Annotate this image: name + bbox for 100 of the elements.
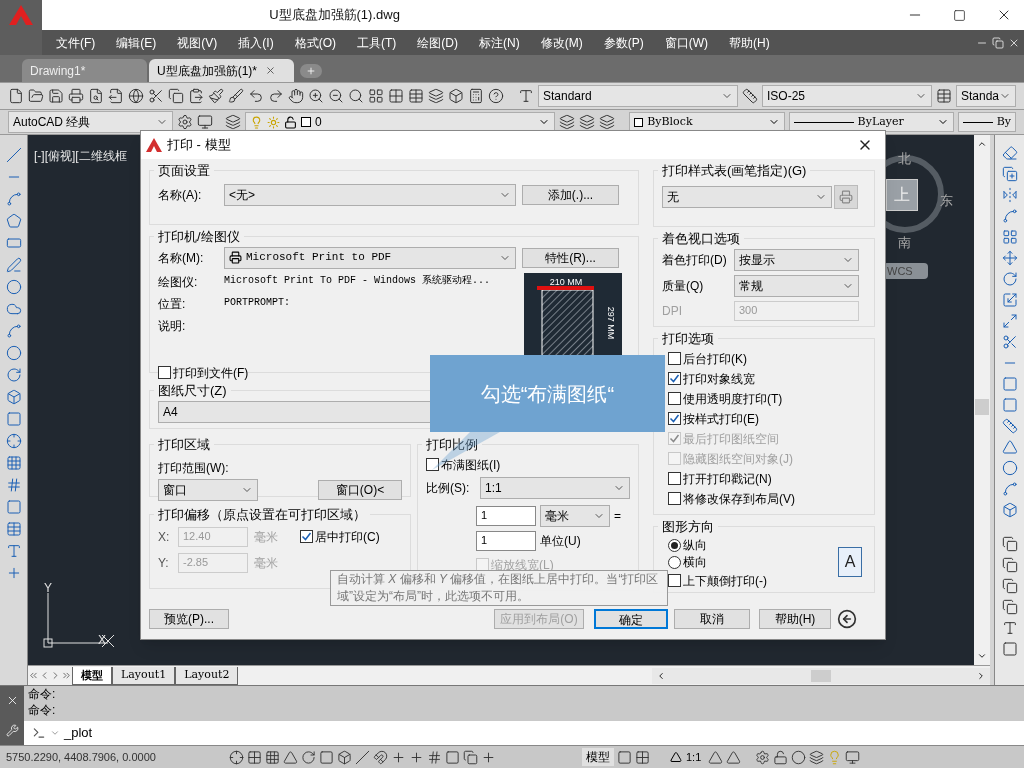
eraser-icon[interactable] xyxy=(1001,145,1018,161)
search-icon[interactable] xyxy=(348,88,364,104)
radio-button[interactable] xyxy=(668,538,681,552)
edit-style-button[interactable] xyxy=(834,184,858,209)
table-style-dropdown[interactable]: Standa xyxy=(956,85,1016,107)
dialog-button[interactable]: 确定 xyxy=(594,609,668,629)
new-tab-button[interactable] xyxy=(300,64,322,78)
horizontal-scrollbar[interactable] xyxy=(652,667,990,684)
layer-state-icon[interactable] xyxy=(559,114,576,130)
copy-icon[interactable] xyxy=(1001,166,1018,182)
dropdown[interactable]: 按显示 xyxy=(734,248,859,271)
layout-tab[interactable]: 模型 xyxy=(72,666,112,685)
dialog-button[interactable]: 取消 xyxy=(674,609,750,629)
polyline-icon[interactable] xyxy=(5,191,22,207)
menu-item[interactable]: 格式(O) xyxy=(294,33,336,52)
dialog-button[interactable]: 添加(.)... xyxy=(522,184,619,205)
menu-item[interactable]: 窗口(W) xyxy=(664,33,708,52)
menu-item[interactable]: 标注(N) xyxy=(479,33,520,52)
dropdown[interactable]: 1:1 xyxy=(480,476,630,499)
calculator-icon[interactable] xyxy=(468,88,484,104)
dropdown[interactable]: 窗口 xyxy=(158,478,258,501)
menu-item[interactable]: 帮助(H) xyxy=(729,33,770,52)
dropdown[interactable]: <无> xyxy=(224,183,516,206)
dropdown[interactable]: 常规 xyxy=(734,274,859,297)
model-space-button[interactable]: 模型 xyxy=(582,748,614,766)
color-dropdown[interactable]: ByBlock xyxy=(629,112,785,132)
scale-field[interactable]: 1 xyxy=(476,530,536,551)
globe-icon[interactable] xyxy=(128,88,144,104)
cloud-icon[interactable] xyxy=(5,301,22,317)
mirror-icon[interactable] xyxy=(1001,187,1018,203)
polygon-icon[interactable] xyxy=(5,213,22,229)
settings-icon[interactable] xyxy=(755,749,771,765)
quick-view-icon[interactable] xyxy=(635,749,650,765)
layer-previous-icon[interactable] xyxy=(579,114,596,130)
unlock-icon[interactable] xyxy=(773,749,789,765)
text-icon[interactable] xyxy=(5,543,22,559)
dropdown[interactable]: 无 xyxy=(662,185,832,208)
menu-item[interactable]: 插入(I) xyxy=(238,33,274,52)
help-icon[interactable] xyxy=(488,88,504,104)
array-icon[interactable] xyxy=(1001,229,1018,245)
hatch-icon[interactable] xyxy=(5,455,22,471)
dialog-button[interactable]: 预览(P)... xyxy=(149,609,229,629)
table-icon[interactable] xyxy=(5,521,22,537)
checkbox[interactable] xyxy=(668,392,681,405)
workspace-dropdown[interactable]: AutoCAD 经典 xyxy=(8,111,174,133)
point-icon[interactable] xyxy=(5,433,22,449)
layout-tab[interactable]: Layout1 xyxy=(112,666,176,685)
dialog-button[interactable]: 特性(R)... xyxy=(522,247,619,268)
checkbox[interactable] xyxy=(300,530,313,543)
menu-item[interactable]: 文件(F) xyxy=(56,33,96,52)
menu-item[interactable]: 编辑(E) xyxy=(116,33,157,52)
text-style-icon[interactable] xyxy=(518,88,534,104)
move-icon[interactable] xyxy=(1001,250,1018,266)
open-folder-icon[interactable] xyxy=(28,88,44,104)
text-icon[interactable] xyxy=(1001,620,1018,636)
add-icon[interactable] xyxy=(481,749,496,765)
checkbox[interactable] xyxy=(668,372,681,385)
restore-icon[interactable] xyxy=(992,36,1004,49)
new-file-icon[interactable] xyxy=(8,88,24,104)
lineweight-dropdown[interactable]: By xyxy=(957,112,1016,132)
checkbox[interactable] xyxy=(426,458,439,471)
dim-style-dropdown[interactable]: ISO-25 xyxy=(762,85,932,107)
menu-item[interactable]: 绘图(D) xyxy=(417,33,458,52)
snap-icon[interactable] xyxy=(229,749,244,765)
menu-item[interactable]: 视图(V) xyxy=(177,33,218,52)
annotation-scale-button[interactable]: 1:1 xyxy=(666,748,706,766)
rectangle-icon[interactable] xyxy=(5,235,22,251)
checkbox[interactable] xyxy=(668,352,681,365)
spline-icon[interactable] xyxy=(5,323,22,339)
rotate-icon[interactable] xyxy=(1001,271,1018,287)
trim-icon[interactable] xyxy=(1001,334,1018,350)
linetype-dropdown[interactable]: ByLayer xyxy=(788,112,954,132)
document-tab[interactable]: U型底盘加强筋(1)* xyxy=(149,59,294,82)
redo-icon[interactable] xyxy=(268,88,284,104)
menu-item[interactable]: 参数(P) xyxy=(603,33,644,52)
settings-icon[interactable] xyxy=(5,723,19,737)
circle-icon[interactable] xyxy=(5,279,22,295)
scroll-thumb[interactable] xyxy=(811,669,832,682)
last-tab-icon[interactable] xyxy=(61,670,72,681)
publish-icon[interactable] xyxy=(108,88,124,104)
menu-item[interactable]: 工具(T) xyxy=(357,33,397,52)
layer-match-icon[interactable] xyxy=(599,114,616,130)
checkbox[interactable] xyxy=(668,472,681,485)
save-icon[interactable] xyxy=(48,88,64,104)
scroll-thumb[interactable] xyxy=(975,399,989,415)
menu-item[interactable]: 修改(M) xyxy=(540,33,583,52)
settings-icon[interactable] xyxy=(177,114,194,130)
zoom-in-icon[interactable] xyxy=(308,88,324,104)
cut-icon[interactable] xyxy=(148,88,164,104)
grid-icon[interactable] xyxy=(247,749,262,765)
table-style-icon[interactable] xyxy=(936,88,952,104)
checkbox[interactable] xyxy=(668,412,681,425)
layer-dropdown[interactable]: 0 xyxy=(244,112,556,132)
undo-icon[interactable] xyxy=(248,88,264,104)
first-tab-icon[interactable] xyxy=(28,670,39,681)
command-input[interactable]: _plot xyxy=(24,721,1024,745)
stretch-icon[interactable] xyxy=(1001,313,1018,329)
printer-icon[interactable] xyxy=(68,88,84,104)
brush-icon[interactable] xyxy=(208,88,224,104)
layer-icon[interactable] xyxy=(224,114,241,130)
